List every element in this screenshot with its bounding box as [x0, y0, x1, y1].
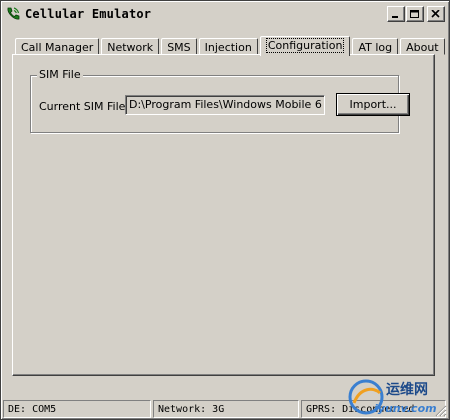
maximize-button[interactable] [406, 6, 424, 22]
watermark-text-cn: 运维网 [386, 382, 428, 398]
tab-about[interactable]: About [400, 38, 445, 55]
tab-configuration[interactable]: Configuration [259, 36, 351, 56]
close-icon [431, 10, 440, 18]
minimize-icon [392, 16, 398, 18]
status-de: DE: COM5 [3, 400, 151, 418]
resize-grip-icon[interactable] [435, 405, 447, 417]
tab-injection[interactable]: Injection [198, 38, 258, 55]
configuration-panel: SIM File Current SIM File: D:\Program Fi… [12, 54, 435, 376]
watermark-logo: 运维网 iyunv.com [346, 373, 446, 419]
close-button[interactable] [427, 6, 445, 22]
tab-call-manager[interactable]: Call Manager [15, 38, 100, 55]
tab-at-log[interactable]: AT log [352, 38, 399, 55]
sim-file-path-field[interactable]: D:\Program Files\Windows Mobile 6 SDK\T [125, 95, 325, 115]
app-window: Cellular Emulator Call Manager Network S… [0, 0, 450, 420]
current-sim-file-label: Current SIM File: [39, 100, 130, 113]
status-network: Network: 3G [153, 400, 299, 418]
window-title: Cellular Emulator [25, 6, 152, 21]
tab-network[interactable]: Network [101, 38, 160, 55]
watermark-url: iyunv.com [374, 402, 437, 415]
phone-icon [5, 6, 21, 22]
maximize-icon [410, 10, 419, 18]
minimize-button[interactable] [387, 6, 405, 22]
sim-file-group-label: SIM File [37, 68, 83, 81]
sim-file-group: SIM File Current SIM File: D:\Program Fi… [30, 68, 410, 133]
title-bar[interactable]: Cellular Emulator [3, 3, 447, 24]
import-button[interactable]: Import... [336, 93, 410, 116]
tab-strip: Call Manager Network SMS Injection Confi… [15, 35, 447, 56]
tab-sms[interactable]: SMS [161, 38, 197, 55]
tab-configuration-label: Configuration [265, 38, 345, 53]
